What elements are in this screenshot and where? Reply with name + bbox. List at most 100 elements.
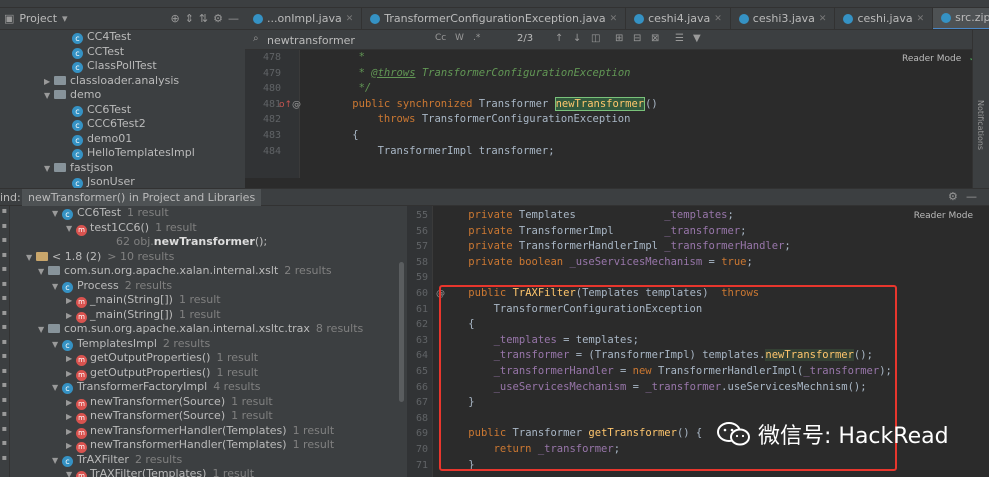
tab-2[interactable]: ceshi4.java ✕: [626, 8, 731, 29]
notifications-tool-label[interactable]: Notifications: [976, 100, 985, 150]
project-tree-item[interactable]: ▶ classloader.analysis: [0, 74, 245, 89]
toolbar-icon[interactable]: ▪: [0, 250, 9, 265]
expand-arrow-icon[interactable]: ▶: [66, 309, 76, 324]
find-result-item[interactable]: ▶ m newTransformer(Source) 1 result: [10, 395, 407, 410]
project-tree-item[interactable]: c ClassPollTest: [0, 59, 245, 74]
filter-icon[interactable]: ▼: [693, 33, 701, 44]
find-result-item[interactable]: ▼ c TrAXFilter 2 results: [10, 453, 407, 468]
add-occurrence-icon[interactable]: ⊞: [615, 33, 623, 44]
toolbar-icon[interactable]: ▪: [0, 221, 9, 236]
code-line[interactable]: private TransformerImpl _transformer;: [443, 224, 892, 240]
code-line[interactable]: throws TransformerConfigurationException: [327, 112, 658, 128]
reader-mode-toggle[interactable]: Reader Mode: [902, 54, 961, 64]
project-tree-item[interactable]: c CC4Test: [0, 30, 245, 45]
vertical-scrollbar[interactable]: [397, 206, 407, 477]
close-icon[interactable]: ✕: [917, 8, 925, 29]
find-result-item[interactable]: ▼ com.sun.org.apache.xalan.internal.xsltc…: [10, 322, 407, 337]
expand-arrow-icon[interactable]: ▼: [44, 162, 54, 177]
close-icon[interactable]: ✕: [610, 8, 618, 29]
find-result-item[interactable]: ▼ < 1.8 (2) > 10 results: [10, 250, 407, 265]
expand-arrow-icon[interactable]: ▼: [26, 251, 36, 266]
code-line[interactable]: *: [327, 50, 658, 66]
toolbar-icon[interactable]: ▪: [0, 337, 9, 352]
expand-arrow-icon[interactable]: ▼: [52, 280, 62, 295]
find-result-item[interactable]: ▶ m getOutputProperties() 1 result: [10, 351, 407, 366]
find-result-item[interactable]: 62 obj.newTransformer();: [10, 235, 407, 250]
tab-3[interactable]: ceshi3.java ✕: [731, 8, 836, 29]
toolbar-icon[interactable]: ▪: [0, 279, 9, 294]
remove-occurrence-icon[interactable]: ⊟: [633, 33, 641, 44]
hide-icon[interactable]: —: [228, 12, 239, 25]
code-line[interactable]: {: [327, 128, 658, 144]
locate-icon[interactable]: ⊕: [170, 12, 179, 25]
toolbar-icon[interactable]: ▪: [0, 409, 9, 424]
project-tree-item[interactable]: c demo01: [0, 132, 245, 147]
code-line[interactable]: */: [327, 81, 658, 97]
prev-match-icon[interactable]: ↑: [555, 33, 563, 44]
code-line[interactable]: * @throws TransformerConfigurationExcept…: [327, 66, 658, 82]
find-result-item[interactable]: ▶ m _main(String[]) 1 result: [10, 308, 407, 323]
find-result-item[interactable]: ▶ m newTransformerHandler(Templates) 1 resu…: [10, 438, 407, 453]
expand-arrow-icon[interactable]: ▶: [66, 367, 76, 382]
find-result-item[interactable]: ▶ m newTransformerHandler(Templates) 1 resu…: [10, 424, 407, 439]
toolbar-icon[interactable]: ▪: [0, 438, 9, 453]
expand-arrow-icon[interactable]: ▶: [66, 439, 76, 454]
toolbar-icon[interactable]: ▪: [0, 322, 9, 337]
regex-toggle[interactable]: .*: [473, 33, 480, 43]
toolbar-icon[interactable]: ▪: [0, 351, 9, 366]
find-result-item[interactable]: ▶ m newTransformer(Source) 1 result: [10, 409, 407, 424]
code-line[interactable]: [443, 270, 892, 286]
expand-arrow-icon[interactable]: ▼: [52, 381, 62, 396]
code-line[interactable]: TransformerImpl transformer;: [327, 144, 658, 160]
find-result-item[interactable]: ▼ m test1CC6() 1 result: [10, 221, 407, 236]
tab-1[interactable]: TransformerConfigurationException.java ✕: [362, 8, 627, 29]
toolbar-icon[interactable]: ▪: [0, 380, 9, 395]
project-tree-item[interactable]: ▼ demo: [0, 88, 245, 103]
case-toggle[interactable]: Cc: [435, 33, 446, 43]
project-title[interactable]: Project: [19, 12, 57, 25]
expand-arrow-icon[interactable]: ▶: [66, 352, 76, 367]
code-line[interactable]: private TransformerHandlerImpl _transfor…: [443, 239, 892, 255]
collapse-icon[interactable]: ⇕: [185, 12, 194, 25]
expand-arrow-icon[interactable]: ▼: [66, 468, 76, 477]
find-result-item[interactable]: ▶ m getOutputProperties() 1 result: [10, 366, 407, 381]
hide-icon[interactable]: —: [966, 190, 977, 203]
find-result-item[interactable]: ▼ c TemplatesImpl 2 results: [10, 337, 407, 352]
code-area[interactable]: * * @throws TransformerConfigurationExce…: [327, 50, 658, 160]
tab-4[interactable]: ceshi.java ✕: [835, 8, 934, 29]
next-match-icon[interactable]: ↓: [573, 33, 581, 44]
words-toggle[interactable]: W: [455, 33, 464, 43]
find-result-item[interactable]: ▼ m TrAXFilter(Templates) 1 result: [10, 467, 407, 477]
select-all-icon[interactable]: ⊠: [651, 33, 659, 44]
expand-arrow-icon[interactable]: ▶: [66, 396, 76, 411]
options-icon[interactable]: ☰: [675, 33, 684, 44]
expand-arrow-icon[interactable]: ▼: [52, 338, 62, 353]
find-result-item[interactable]: ▼ c Process 2 results: [10, 279, 407, 294]
expand-arrow-icon[interactable]: ▼: [66, 222, 76, 237]
toolbar-icon[interactable]: ▪: [0, 206, 9, 221]
gear-icon[interactable]: ⚙: [948, 190, 958, 203]
project-tree-item[interactable]: ▼ fastjson: [0, 161, 245, 176]
tab-5[interactable]: src.zip!/.../TemplatesImpl.java✕: [933, 8, 989, 29]
code-line[interactable]: private Templates _templates;: [443, 208, 892, 224]
gear-icon[interactable]: ⚙: [213, 12, 223, 25]
toolbar-icon[interactable]: ▪: [0, 308, 9, 323]
find-in-selection-icon[interactable]: ◫: [591, 33, 600, 44]
code-editor-top[interactable]: 478 479 480 481 482 483 484 o↑ @ * * @throws T…: [245, 50, 989, 178]
find-result-item[interactable]: ▼ com.sun.org.apache.xalan.internal.xslt 2…: [10, 264, 407, 279]
expand-arrow-icon[interactable]: ▼: [44, 89, 54, 104]
dropdown-icon[interactable]: ▾: [62, 12, 68, 25]
close-icon[interactable]: ✕: [346, 8, 354, 29]
toolbar-icon[interactable]: ▪: [0, 235, 9, 250]
toolbar-icon[interactable]: ▪: [0, 395, 9, 410]
expand-arrow-icon[interactable]: ▶: [66, 294, 76, 309]
expand-arrow-icon[interactable]: ▼: [52, 454, 62, 469]
expand-arrow-icon[interactable]: ▶: [66, 410, 76, 425]
code-line[interactable]: private boolean _useServicesMechanism = …: [443, 255, 892, 271]
close-icon[interactable]: ✕: [819, 8, 827, 29]
find-result-item[interactable]: ▼ c CC6Test 1 result: [10, 206, 407, 221]
project-tree-item[interactable]: c CCC6Test2: [0, 117, 245, 132]
toolbar-icon[interactable]: ▪: [0, 264, 9, 279]
toolbar-icon[interactable]: ▪: [0, 293, 9, 308]
toolbar-icon[interactable]: ▪: [0, 366, 9, 381]
